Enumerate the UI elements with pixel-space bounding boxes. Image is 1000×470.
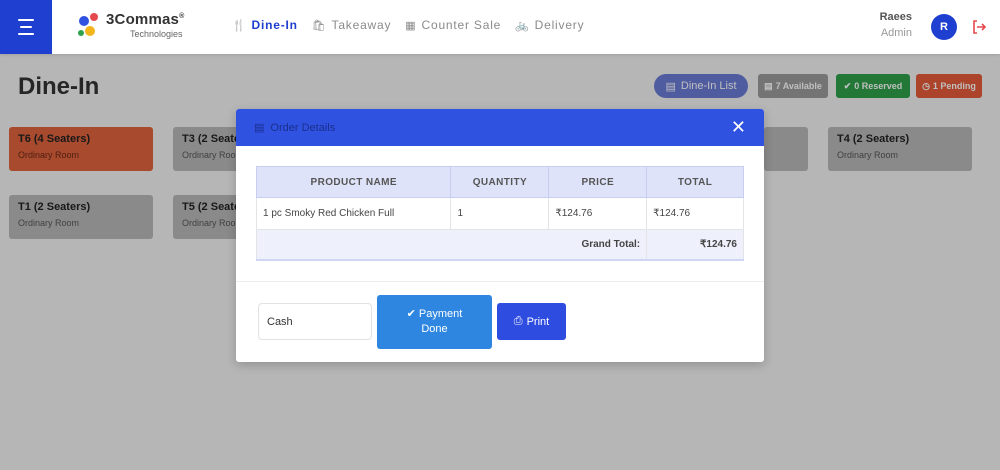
register-icon: ▦ <box>405 19 417 32</box>
order-details-modal: ▤ Order Details ✕ PRODUCT NAME QUANTITY … <box>236 109 764 362</box>
main-nav: 🍴 Dine-In 🛍 Takeaway ▦ Counter Sale 🚲 De… <box>232 18 584 32</box>
grand-total-label: Grand Total: <box>255 229 648 261</box>
price-cell: ₹124.76 <box>548 197 648 230</box>
logout-icon-glyph <box>973 20 987 34</box>
payment-done-button[interactable]: ✔ Payment Done <box>377 295 492 349</box>
user-name: Raees <box>879 11 912 23</box>
quantity-cell: 1 <box>450 197 550 230</box>
nav-takeaway[interactable]: 🛍 Takeaway <box>312 18 392 32</box>
column-header: QUANTITY <box>450 166 550 198</box>
nav-delivery[interactable]: 🚲 Delivery <box>515 18 584 32</box>
nav-dine-in[interactable]: 🍴 Dine-In <box>232 18 298 32</box>
column-header: PRICE <box>548 166 648 198</box>
table-row: 1 pc Smoky Red Chicken Full 1 ₹124.76 ₹1… <box>255 197 744 230</box>
button-label: Payment <box>418 308 463 320</box>
hamburger-menu-button[interactable] <box>0 0 52 54</box>
order-items-table: PRODUCT NAME QUANTITY PRICE TOTAL 1 pc S… <box>255 166 744 261</box>
brand-subtitle: Technologies <box>130 29 183 39</box>
grand-total-value: ₹124.76 <box>646 229 744 261</box>
nav-label: Delivery <box>534 18 585 32</box>
menu-line <box>18 19 34 21</box>
check-circle-icon: ✔ <box>406 308 416 320</box>
total-cell: ₹124.76 <box>646 197 744 230</box>
top-header: 3Commas® Technologies 🍴 Dine-In 🛍 Takeaw… <box>0 0 1000 54</box>
avatar[interactable]: R <box>931 14 957 40</box>
bag-icon: 🛍 <box>311 19 327 32</box>
printer-icon: ⎙ <box>513 315 523 327</box>
product-name-cell: 1 pc Smoky Red Chicken Full <box>255 197 452 230</box>
column-header: TOTAL <box>646 166 744 198</box>
payment-method-input[interactable] <box>258 303 372 340</box>
bicycle-icon: 🚲 <box>515 19 530 32</box>
logout-icon[interactable] <box>971 19 987 35</box>
payment-done-label-top: ✔ Payment <box>407 307 463 322</box>
button-label: Done <box>421 323 448 335</box>
utensils-icon: 🍴 <box>232 19 247 32</box>
receipt-icon: ▤ <box>254 122 265 134</box>
nav-counter-sale[interactable]: ▦ Counter Sale <box>405 18 501 32</box>
menu-line <box>18 33 34 35</box>
modal-header: ▤ Order Details ✕ <box>236 109 764 146</box>
menu-line <box>20 26 32 28</box>
nav-label: Takeaway <box>331 18 392 32</box>
user-info: Raees Admin <box>880 11 912 39</box>
nav-label: Dine-In <box>251 18 298 32</box>
brand-logo[interactable]: 3Commas® Technologies <box>76 9 206 43</box>
modal-title: ▤ Order Details <box>254 121 336 135</box>
print-button[interactable]: ⎙ Print <box>497 303 566 340</box>
nav-label: Counter Sale <box>421 18 502 32</box>
brand-name: 3Commas® <box>106 11 185 28</box>
button-label: Print <box>526 315 550 328</box>
divider <box>236 281 764 282</box>
close-icon[interactable]: ✕ <box>731 118 746 136</box>
table-header-row: PRODUCT NAME QUANTITY PRICE TOTAL <box>255 166 744 198</box>
brand-logo-mark-icon <box>78 13 98 36</box>
grand-total-row: Grand Total: ₹124.76 <box>255 229 744 261</box>
modal-title-text: Order Details <box>270 121 336 134</box>
column-header: PRODUCT NAME <box>255 166 452 198</box>
user-role: Admin <box>880 27 912 39</box>
